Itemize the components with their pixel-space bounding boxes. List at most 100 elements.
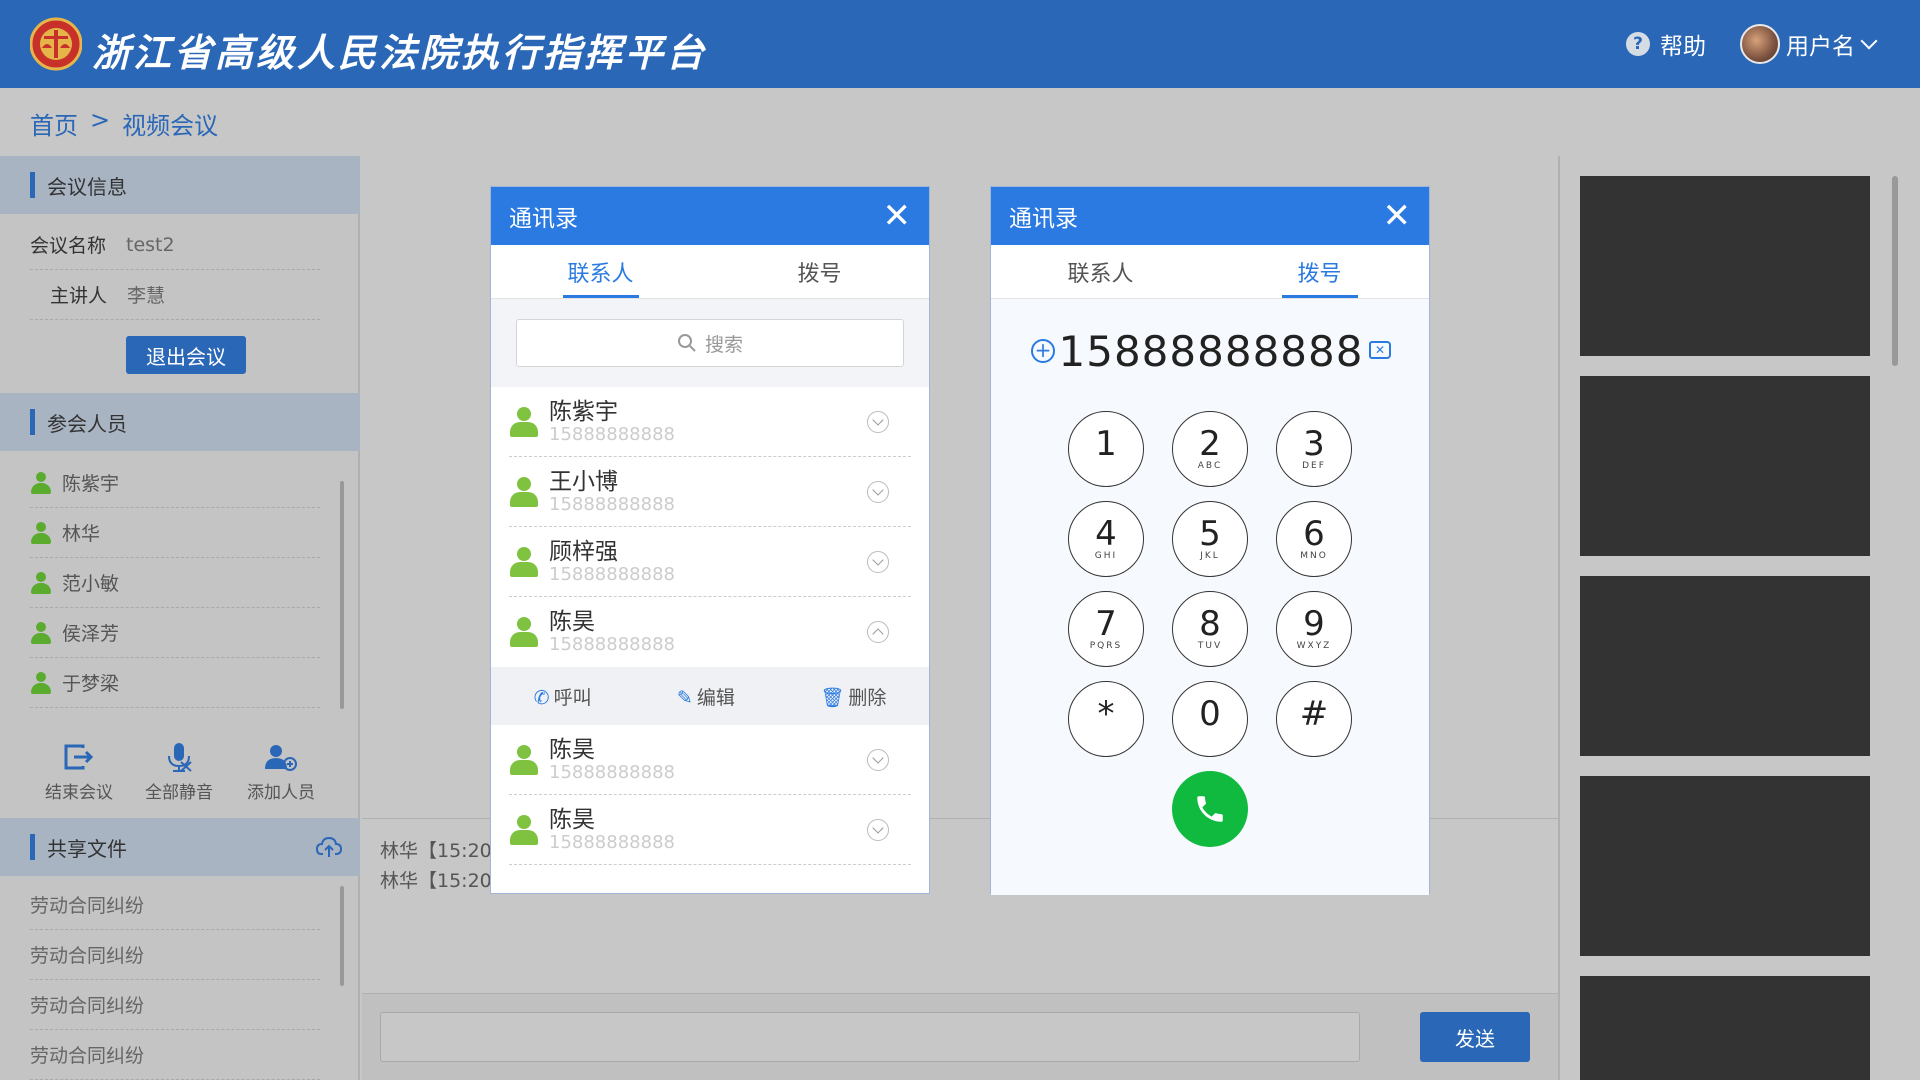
video-tile[interactable] (1580, 376, 1870, 556)
contact-actions: ✆ 呼叫 ✎ 编辑 🗑 删除 (491, 667, 929, 725)
contact-phone: 15888888888 (549, 424, 675, 445)
participant-item[interactable]: 林华 (30, 508, 320, 558)
contact-name: 顾梓强 (549, 539, 618, 565)
participant-item[interactable]: 范小敏 (30, 558, 320, 608)
video-tile[interactable] (1580, 976, 1870, 1080)
chat-message: 林华【15:20 (380, 840, 492, 862)
participant-item[interactable]: 陈紫宇 (30, 458, 320, 508)
breadcrumb-separator: > (90, 106, 111, 134)
key-7[interactable]: 7 PQRS (1068, 591, 1144, 667)
contact-phone: 15888888888 (549, 564, 675, 585)
key-8[interactable]: 8 TUV (1172, 591, 1248, 667)
video-tile[interactable] (1580, 576, 1870, 756)
video-tile[interactable] (1580, 776, 1870, 956)
shared-file-item[interactable]: 劳动合同纠纷 (30, 980, 320, 1030)
files-scrollbar[interactable] (340, 886, 344, 986)
key-0[interactable]: 0 (1172, 681, 1248, 757)
key-star[interactable]: * (1068, 681, 1144, 757)
key-6[interactable]: 6 MNO (1276, 501, 1352, 577)
expand-icon[interactable] (867, 481, 889, 503)
search-input[interactable]: 搜索 (516, 319, 904, 367)
participant-item[interactable]: 于梦梁 (30, 658, 320, 708)
contact-item[interactable]: 陈昊 15888888888 (491, 597, 929, 667)
contact-phone: 15888888888 (549, 494, 675, 515)
participants-header: 参会人员 (0, 393, 360, 451)
person-icon (509, 407, 539, 437)
tab-contacts[interactable]: 联系人 (991, 245, 1210, 298)
key-9[interactable]: 9 WXYZ (1276, 591, 1352, 667)
collapse-icon[interactable] (867, 621, 889, 643)
delete-action[interactable]: 🗑 删除 (820, 683, 886, 710)
call-button[interactable] (1172, 771, 1248, 847)
tab-dialpad[interactable]: 拨号 (1210, 245, 1429, 298)
add-member-button[interactable]: 添加人员 (236, 740, 326, 803)
contact-name: 陈昊 (549, 737, 595, 763)
video-scrollbar[interactable] (1892, 176, 1898, 366)
breadcrumb-home[interactable]: 首页 (30, 106, 78, 141)
participant-item[interactable]: 侯泽芳 (30, 608, 320, 658)
contact-item[interactable]: 顾梓强 15888888888 (491, 527, 929, 597)
exit-meeting-button[interactable]: 退出会议 (126, 336, 246, 374)
call-action[interactable]: ✆ 呼叫 (534, 683, 592, 710)
contact-name: 王小博 (549, 469, 618, 495)
person-icon (30, 671, 52, 694)
contact-item[interactable]: 王小博 15888888888 (491, 457, 929, 527)
meeting-name-key: 会议名称 (30, 235, 107, 257)
participant-name: 范小敏 (62, 573, 120, 595)
expand-icon[interactable] (867, 819, 889, 841)
pencil-icon: ✎ (676, 686, 693, 709)
person-icon (30, 521, 52, 544)
key-5[interactable]: 5 JKL (1172, 501, 1248, 577)
key-hash[interactable]: # (1276, 681, 1352, 757)
modal-header: 通讯录 ✕ (991, 187, 1429, 245)
modal-title: 通讯录 (1009, 206, 1078, 232)
user-menu[interactable]: 用户名 (1740, 24, 1878, 64)
key-2[interactable]: 2 ABC (1172, 411, 1248, 487)
key-1[interactable]: 1 (1068, 411, 1144, 487)
shared-file-item[interactable]: 劳动合同纠纷 (30, 1030, 320, 1080)
close-icon[interactable]: ✕ (1383, 199, 1412, 233)
tab-dialpad[interactable]: 拨号 (710, 245, 929, 298)
contact-item[interactable]: 陈紫宇 15888888888 (491, 387, 929, 457)
modal-tabs: 联系人 拨号 (491, 245, 929, 299)
shared-file-item[interactable]: 劳动合同纠纷 (30, 930, 320, 980)
sidebar: 会议信息 会议名称 test2 主讲人 李慧 退出会议 参会人员 陈紫宇 林华 … (0, 156, 360, 1080)
contact-item[interactable]: 陈昊 15888888888 (491, 725, 929, 795)
close-icon[interactable]: ✕ (883, 199, 912, 233)
upload-cloud-icon[interactable] (316, 836, 342, 858)
shared-file-item[interactable]: 劳动合同纠纷 (30, 880, 320, 930)
end-meeting-button[interactable]: 结束会议 (34, 740, 124, 803)
exit-icon (34, 740, 124, 774)
key-4[interactable]: 4 GHI (1068, 501, 1144, 577)
action-label: 全部静音 (145, 783, 213, 803)
section-title: 共享文件 (47, 836, 127, 861)
tab-contacts[interactable]: 联系人 (491, 245, 710, 298)
video-tile[interactable] (1580, 176, 1870, 356)
breadcrumb-current[interactable]: 视频会议 (122, 106, 218, 141)
mute-all-button[interactable]: 全部静音 (134, 740, 224, 803)
send-button[interactable]: 发送 (1420, 1012, 1530, 1062)
action-label: 添加人员 (247, 783, 315, 803)
expand-icon[interactable] (867, 411, 889, 433)
key-3[interactable]: 3 DEF (1276, 411, 1352, 487)
section-title: 会议信息 (47, 174, 127, 199)
participants-scrollbar[interactable] (340, 481, 344, 709)
modal-tabs: 联系人 拨号 (991, 245, 1429, 299)
contact-item[interactable]: 陈昊 15888888888 (491, 795, 929, 865)
dialpad: + 15888888888 ✕ 1 2 ABC 3 DEF 4 GHI 5 JKL 6M… (991, 299, 1429, 895)
help-label: 帮助 (1660, 34, 1706, 60)
backspace-icon[interactable]: ✕ (1369, 341, 1391, 359)
person-icon (509, 477, 539, 507)
phone-icon: ✆ (533, 686, 550, 709)
meeting-name-value: test2 (126, 233, 175, 256)
expand-icon[interactable] (867, 551, 889, 573)
username: 用户名 (1786, 34, 1855, 60)
help-link[interactable]: ? 帮助 (1626, 28, 1706, 60)
dialed-number[interactable]: 15888888888 (991, 327, 1431, 376)
meeting-info-header: 会议信息 (0, 156, 360, 214)
expand-icon[interactable] (867, 749, 889, 771)
host-value: 李慧 (127, 285, 166, 307)
chat-input[interactable] (380, 1012, 1360, 1062)
edit-action[interactable]: ✎ 编辑 (677, 683, 735, 710)
participant-name: 于梦梁 (62, 673, 120, 695)
